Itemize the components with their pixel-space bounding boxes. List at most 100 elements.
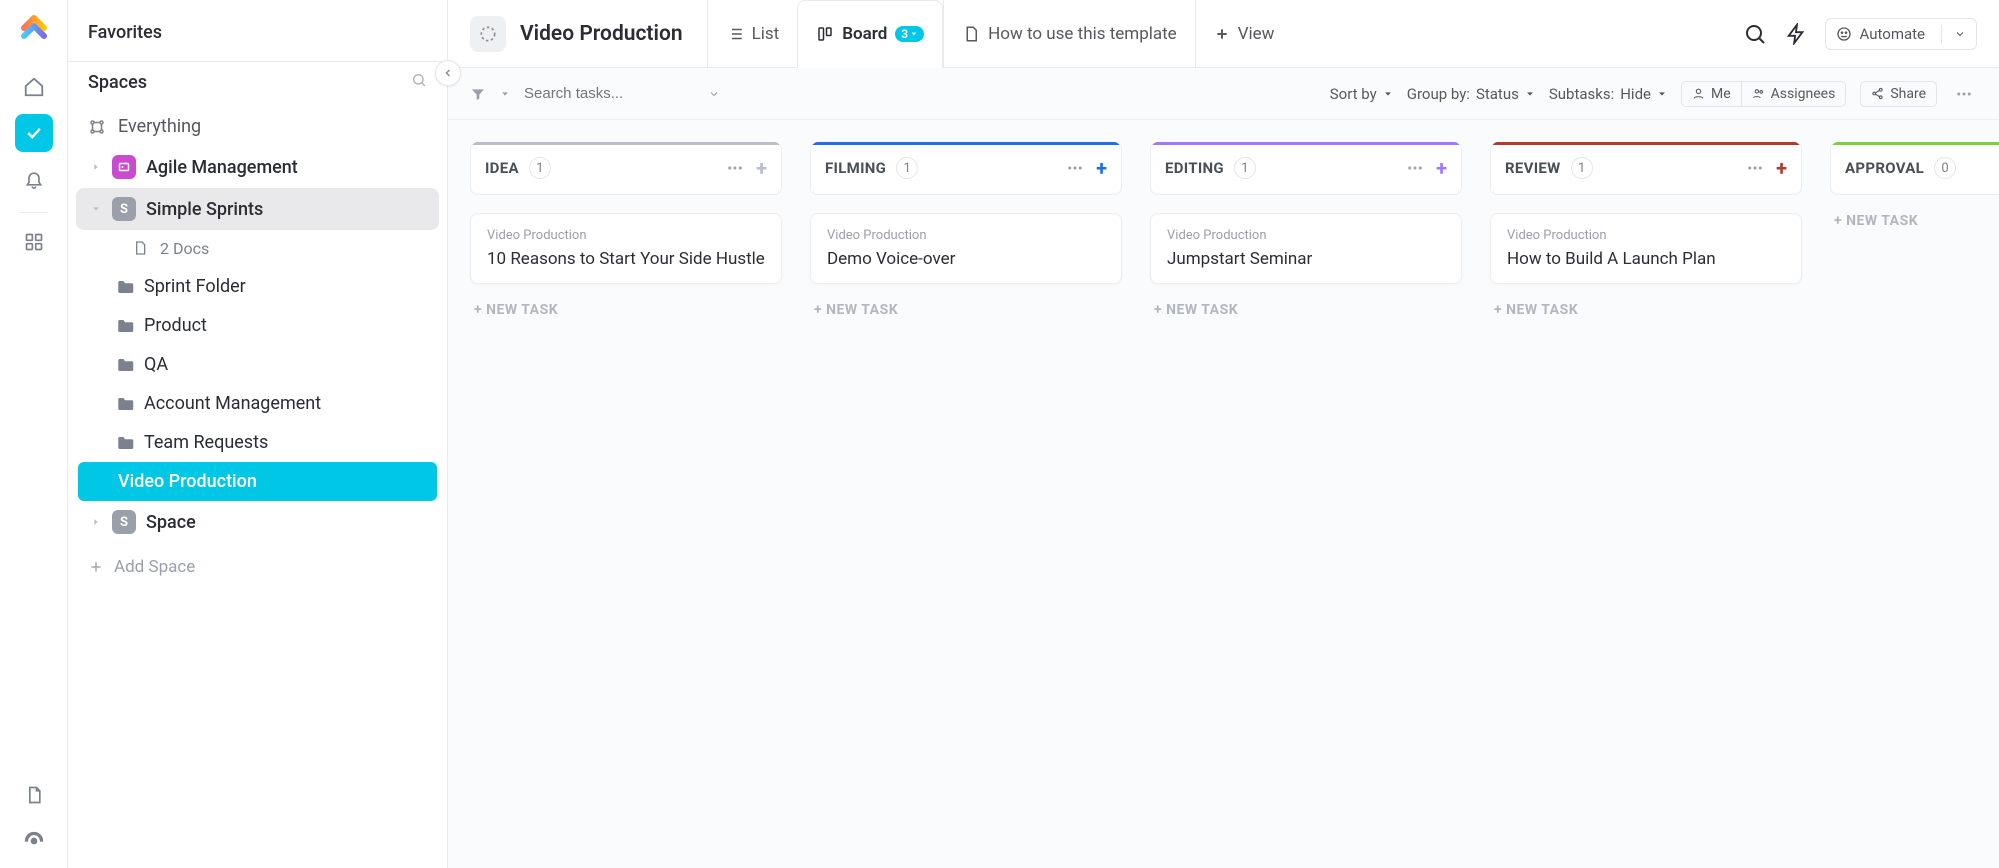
more-icon[interactable]: [1406, 159, 1424, 177]
new-task-button[interactable]: + NEW TASK: [1150, 302, 1462, 318]
view-list-tab[interactable]: List: [707, 0, 798, 67]
chevron-down-icon[interactable]: [708, 88, 720, 100]
lane-count: 1: [896, 157, 918, 179]
docs-item[interactable]: 2 Docs: [76, 230, 439, 267]
everything-label: Everything: [118, 116, 201, 137]
new-task-button[interactable]: + NEW TASK: [1490, 302, 1802, 318]
task-card[interactable]: Video Production 10 Reasons to Start Your…: [470, 213, 782, 284]
me-button[interactable]: Me: [1681, 81, 1742, 107]
bolt-icon[interactable]: [1785, 23, 1807, 45]
space-label: Agile Management: [146, 157, 298, 178]
folder-account-management[interactable]: Account Management: [76, 384, 439, 423]
more-icon[interactable]: [726, 159, 744, 177]
add-view-button[interactable]: View: [1195, 0, 1293, 67]
lane-header[interactable]: IDEA1+: [470, 142, 782, 195]
list-video-production[interactable]: Video Production: [78, 462, 437, 501]
automate-button[interactable]: Automate: [1825, 18, 1977, 50]
space-agile-management[interactable]: Agile Management: [76, 146, 439, 188]
add-card-button[interactable]: +: [1776, 156, 1787, 180]
me-assignees-group: Me Assignees: [1681, 81, 1846, 107]
folder-product[interactable]: Product: [76, 306, 439, 345]
card-title: 10 Reasons to Start Your Side Hustle: [487, 249, 765, 269]
board: IDEA1+ Video Production 10 Reasons to Star…: [448, 120, 1999, 868]
home-icon[interactable]: [15, 68, 53, 106]
folder-label: Team Requests: [144, 432, 268, 453]
app-logo[interactable]: [18, 14, 50, 46]
notifications-icon[interactable]: [15, 160, 53, 198]
record-icon[interactable]: [15, 822, 53, 860]
topbar: Video Production List Board 3 How to use…: [448, 0, 1999, 68]
folder-qa[interactable]: QA: [76, 345, 439, 384]
more-icon[interactable]: [1746, 159, 1764, 177]
sort-by-button[interactable]: Sort by: [1330, 85, 1393, 103]
new-task-button[interactable]: + NEW TASK: [810, 302, 1122, 318]
card-project: Video Production: [1167, 228, 1445, 243]
lane-header[interactable]: FILMING1+: [810, 142, 1122, 195]
list-label: Video Production: [118, 471, 257, 492]
view-board-tab[interactable]: Board 3: [797, 0, 943, 68]
lane-review: REVIEW 1 + Video Production How to Build A L…: [1490, 142, 1802, 318]
add-card-button[interactable]: +: [1096, 156, 1107, 180]
search-icon[interactable]: [411, 72, 429, 90]
add-space-label: Add Space: [114, 557, 195, 577]
new-task-button[interactable]: + NEW TASK: [1830, 213, 1999, 229]
lane-title: REVIEW: [1505, 159, 1561, 177]
lane-header[interactable]: REVIEW 1 +: [1490, 142, 1802, 195]
everything-icon: [88, 118, 106, 136]
card-title: How to Build A Launch Plan: [1507, 249, 1785, 269]
spaces-header[interactable]: Spaces: [68, 62, 447, 107]
lane-header[interactable]: APPROVAL0+: [1830, 142, 1999, 195]
everything-item[interactable]: Everything: [68, 107, 447, 146]
tasks-icon[interactable]: [15, 114, 53, 152]
assignees-label: Assignees: [1771, 86, 1836, 102]
subtasks-value: Hide: [1620, 85, 1651, 103]
more-icon[interactable]: [1066, 159, 1084, 177]
search-input[interactable]: [524, 85, 694, 102]
filter-icon[interactable]: [470, 86, 486, 102]
board-badge: 3: [895, 26, 924, 42]
search-icon[interactable]: [1743, 22, 1767, 46]
add-space-button[interactable]: Add Space: [68, 543, 447, 591]
folder-sprint-folder[interactable]: Sprint Folder: [76, 267, 439, 306]
add-card-button[interactable]: +: [756, 156, 767, 180]
space-simple-sprints[interactable]: S Simple Sprints: [76, 188, 439, 230]
lane-count: 1: [1571, 157, 1593, 179]
docs-label: 2 Docs: [160, 239, 209, 258]
space-color-icon: S: [112, 197, 136, 221]
assignees-button[interactable]: Assignees: [1742, 81, 1847, 107]
folder-icon: [116, 395, 134, 413]
new-task-button[interactable]: + NEW TASK: [470, 302, 782, 318]
task-card[interactable]: Video ProductionDemo Voice-over: [810, 213, 1122, 284]
folder-team-requests[interactable]: Team Requests: [76, 423, 439, 462]
subtasks-button[interactable]: Subtasks: Hide: [1549, 85, 1667, 103]
card-project: Video Production: [487, 228, 765, 243]
view-tabs: List Board 3 How to use this template Vi…: [707, 0, 1293, 67]
share-button[interactable]: Share: [1860, 81, 1937, 107]
search-tasks[interactable]: [524, 85, 694, 102]
space-color-icon: [112, 155, 136, 179]
task-card[interactable]: Video Production How to Build A Launch Pl…: [1490, 213, 1802, 284]
task-card[interactable]: Video ProductionJumpstart Seminar: [1150, 213, 1462, 284]
sidebar: Favorites Spaces Everything Agile Manage…: [68, 0, 448, 868]
space-space[interactable]: S Space: [76, 501, 439, 543]
tab-label: List: [752, 24, 780, 44]
folder-icon: [116, 356, 134, 374]
lane-count: 0: [1934, 157, 1956, 179]
add-card-button[interactable]: +: [1436, 156, 1447, 180]
docs-icon[interactable]: [15, 776, 53, 814]
lane-accent: [1490, 142, 1802, 145]
board-toolbar: Sort by Group by: Status Subtasks: Hide …: [448, 68, 1999, 120]
favorites-header[interactable]: Favorites: [68, 12, 447, 57]
card-project: Video Production: [1507, 228, 1785, 243]
more-icon[interactable]: [1951, 85, 1977, 103]
lane-header[interactable]: EDITING1+: [1150, 142, 1462, 195]
chevron-down-icon[interactable]: [500, 89, 510, 99]
group-value: Status: [1476, 85, 1519, 103]
collapse-sidebar-button[interactable]: [435, 60, 461, 86]
view-howto-tab[interactable]: How to use this template: [943, 0, 1195, 67]
tab-label: Board: [842, 24, 887, 44]
group-by-button[interactable]: Group by: Status: [1407, 85, 1535, 103]
card-title: Demo Voice-over: [827, 249, 1105, 269]
apps-icon[interactable]: [15, 223, 53, 261]
folder-icon: [116, 278, 134, 296]
